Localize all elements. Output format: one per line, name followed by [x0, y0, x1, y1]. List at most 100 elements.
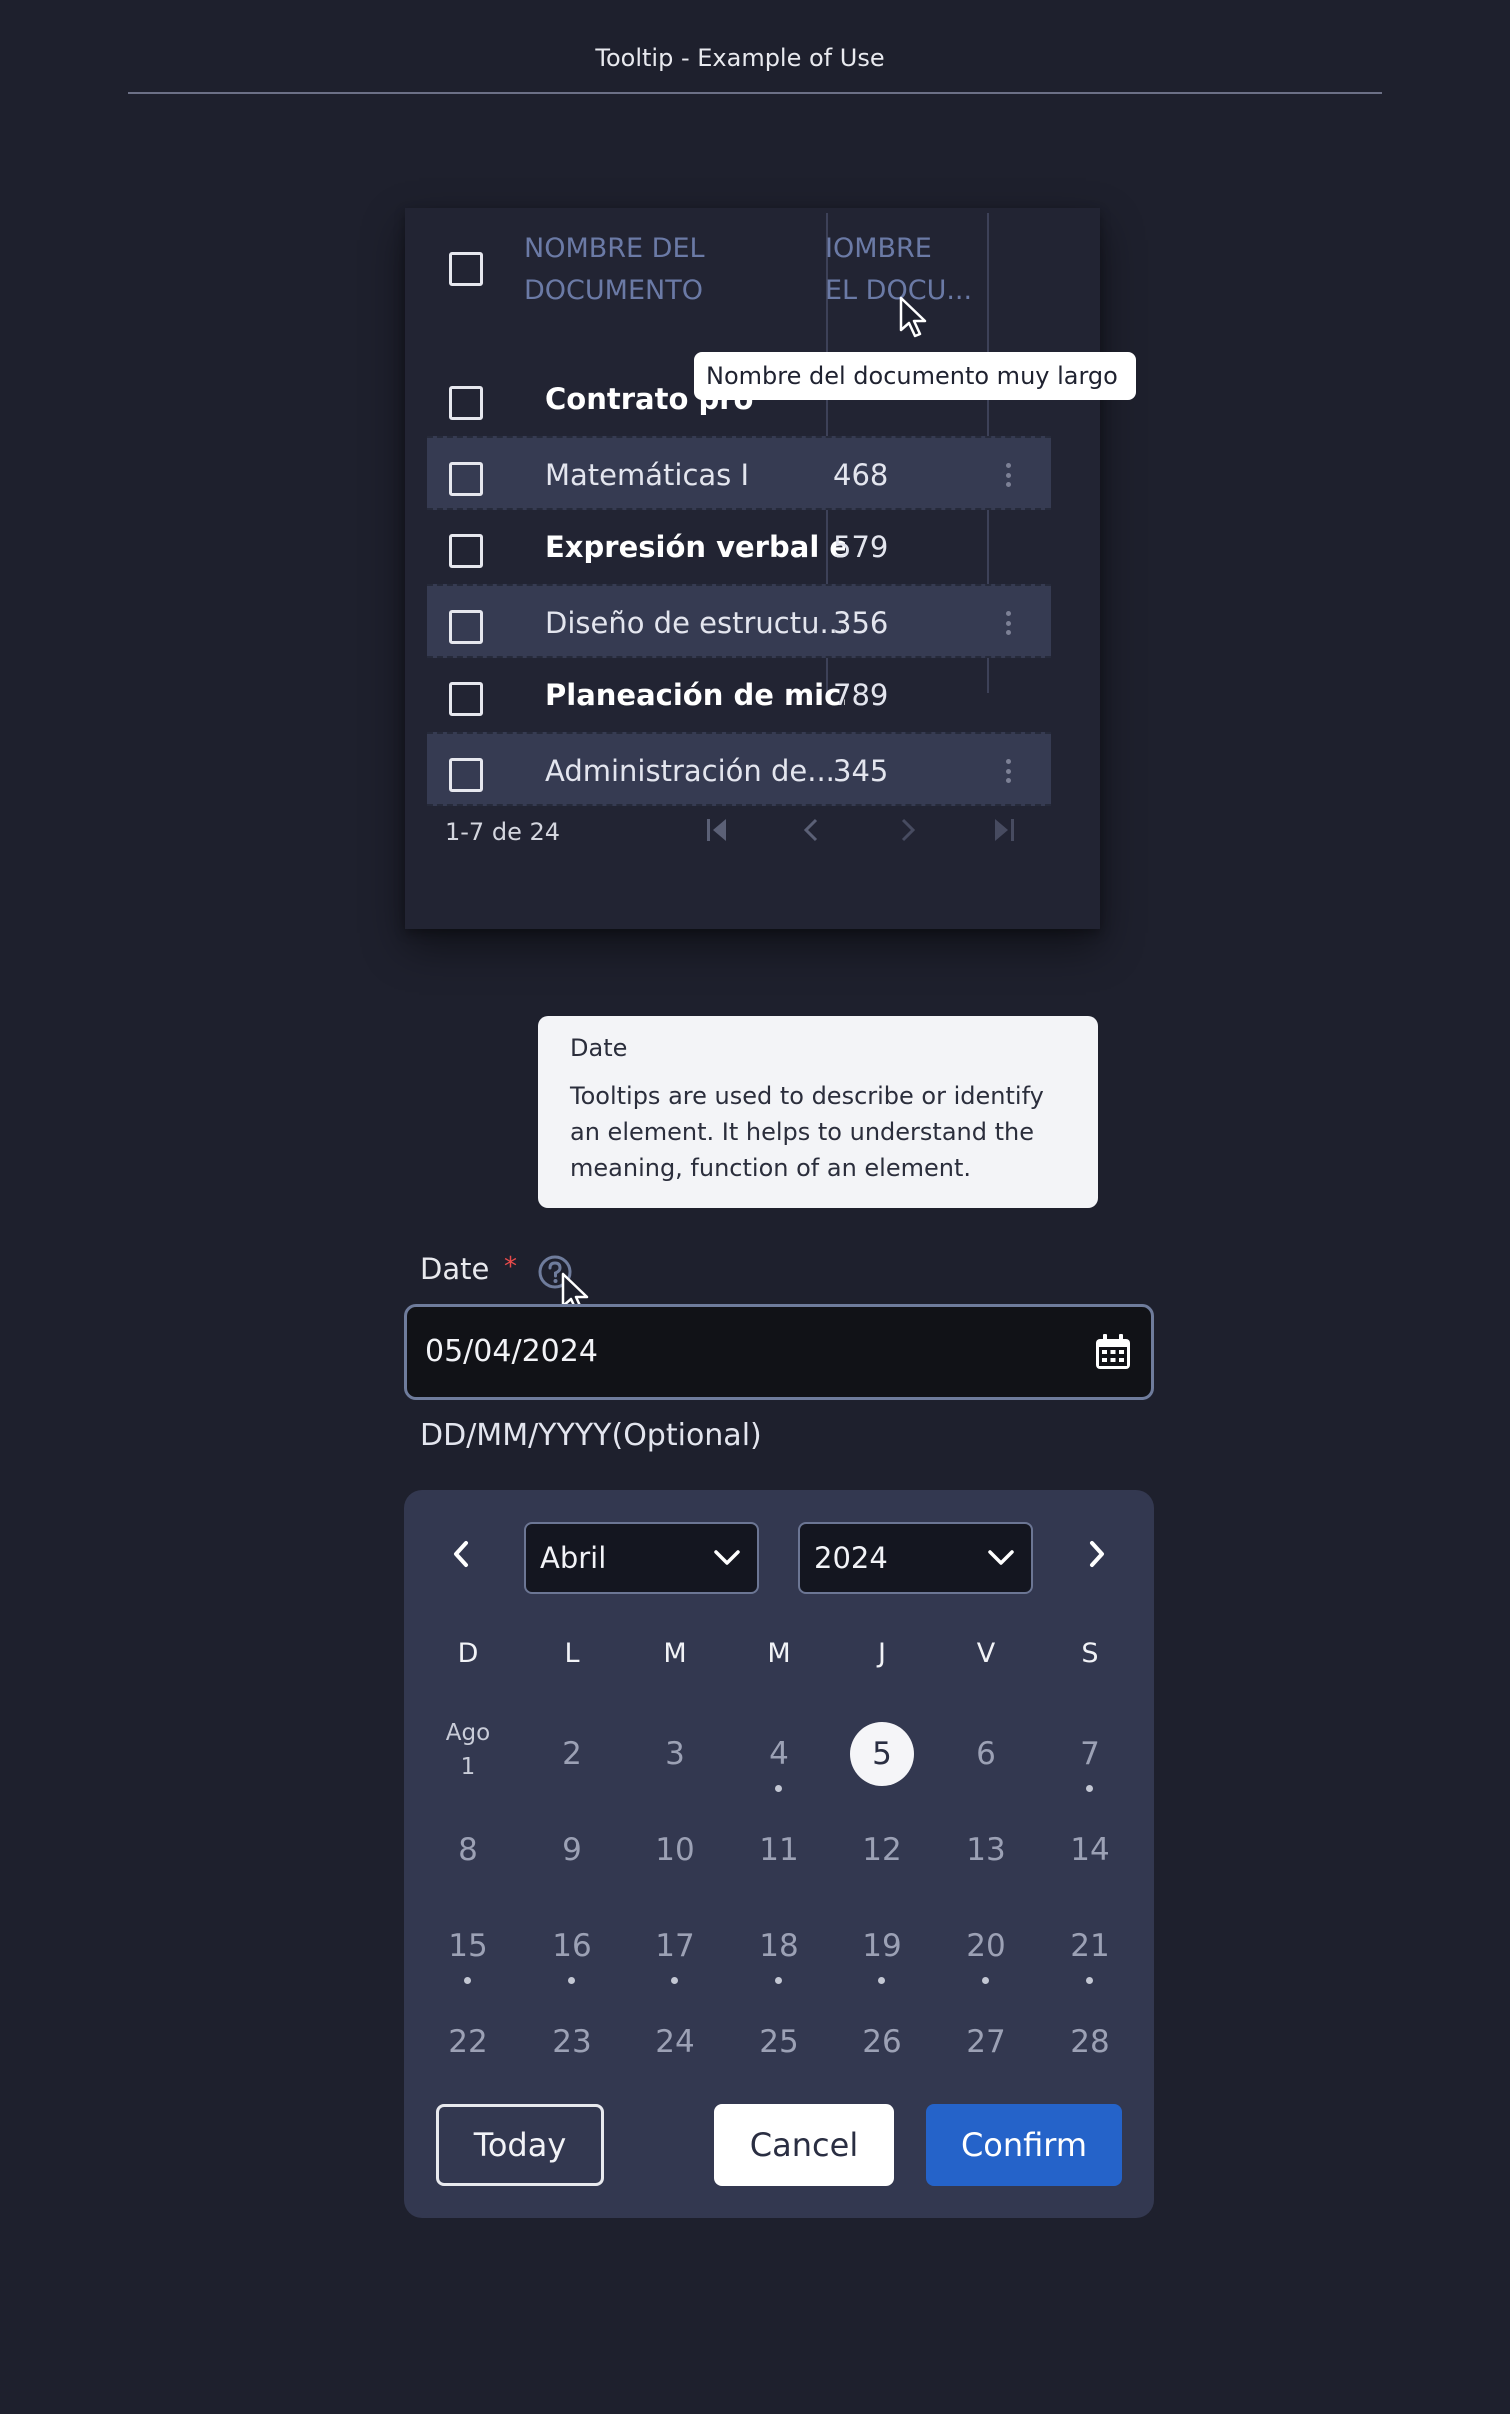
calendar-day[interactable]: 14: [1055, 1815, 1125, 1885]
row-checkbox[interactable]: [449, 610, 483, 644]
column-tooltip: Nombre del documento muy largo: [694, 352, 1136, 400]
date-help-tooltip: Date Tooltips are used to describe or id…: [538, 1016, 1098, 1208]
event-dot: [1086, 1785, 1093, 1792]
next-month-icon[interactable]: [1074, 1530, 1118, 1578]
calendar-day[interactable]: 8: [433, 1815, 503, 1885]
select-all-checkbox[interactable]: [449, 252, 483, 286]
document-name: Matemáticas I: [545, 458, 750, 492]
calendar-day[interactable]: 20: [951, 1911, 1021, 1981]
today-button[interactable]: Today: [436, 2104, 604, 2186]
document-value: 345: [833, 754, 889, 788]
row-checkbox[interactable]: [449, 386, 483, 420]
event-dot: [464, 1977, 471, 1984]
tooltip-title: Date: [570, 1034, 628, 1062]
table-row[interactable]: Administración de... 345: [427, 732, 1051, 806]
required-mark: *: [504, 1252, 517, 1282]
table-row[interactable]: Planeación de mic... 789: [427, 658, 1051, 732]
column-header-name[interactable]: NOMBRE DEL DOCUMENTO: [524, 228, 705, 312]
calendar-day[interactable]: 18: [744, 1911, 814, 1981]
next-page-icon[interactable]: [885, 806, 929, 854]
document-value: 579: [833, 530, 889, 564]
calendar-day[interactable]: 24: [640, 2007, 710, 2077]
event-dot: [1086, 1977, 1093, 1984]
document-name: Administración de...: [545, 754, 835, 788]
calendar-day[interactable]: 19: [847, 1911, 917, 1981]
chevron-down-icon: [987, 1548, 1015, 1568]
title-divider: [128, 92, 1382, 94]
calendar-day[interactable]: 6: [951, 1719, 1021, 1789]
chevron-down-icon: [713, 1548, 741, 1568]
weekday-label: M: [767, 1638, 791, 1669]
weekday-label: D: [457, 1638, 479, 1669]
calendar-day[interactable]: 22: [433, 2007, 503, 2077]
document-value: 356: [833, 606, 889, 640]
date-label: Date: [420, 1252, 490, 1286]
calendar-icon[interactable]: [1093, 1332, 1133, 1372]
calendar-day[interactable]: 17: [640, 1911, 710, 1981]
year-select-value: 2024: [814, 1541, 888, 1575]
month-select[interactable]: Abril: [524, 1522, 759, 1594]
cancel-button[interactable]: Cancel: [714, 2104, 894, 2186]
date-input[interactable]: 05/04/2024: [404, 1304, 1154, 1400]
calendar-day[interactable]: 16: [537, 1911, 607, 1981]
calendar-day[interactable]: 9: [537, 1815, 607, 1885]
weekday-label: V: [976, 1638, 996, 1669]
cursor-icon: [898, 296, 932, 344]
date-format-hint: DD/MM/YYYY(Optional): [420, 1418, 762, 1453]
confirm-button[interactable]: Confirm: [926, 2104, 1122, 2186]
calendar-day[interactable]: 2: [537, 1719, 607, 1789]
document-name: Diseño de estructu...: [545, 606, 845, 640]
table-row[interactable]: Matemáticas I 468: [427, 436, 1051, 510]
calendar-day[interactable]: 11: [744, 1815, 814, 1885]
table-row[interactable]: Expresión verbal e... 579: [427, 510, 1051, 584]
calendar-day[interactable]: 25: [744, 2007, 814, 2077]
event-dot: [671, 1977, 678, 1984]
event-dot: [775, 1785, 782, 1792]
row-menu-icon[interactable]: [1005, 759, 1011, 783]
table-row[interactable]: Diseño de estructu... 356: [427, 584, 1051, 658]
document-name: Planeación de mic...: [545, 678, 845, 712]
calendar-day[interactable]: 12: [847, 1815, 917, 1885]
row-checkbox[interactable]: [449, 758, 483, 792]
month-select-value: Abril: [540, 1541, 607, 1575]
calendar-day[interactable]: 13: [951, 1815, 1021, 1885]
row-menu-icon[interactable]: [1005, 463, 1011, 487]
row-checkbox[interactable]: [449, 462, 483, 496]
weekday-label: S: [1081, 1638, 1099, 1669]
document-table: NOMBRE DEL DOCUMENTO IOMBRE EL DOCU... C…: [405, 208, 1100, 929]
calendar-day[interactable]: 4: [744, 1719, 814, 1789]
date-input-value: 05/04/2024: [425, 1334, 598, 1369]
calendar-day[interactable]: 27: [951, 2007, 1021, 2077]
calendar-day[interactable]: 23: [537, 2007, 607, 2077]
weekday-label: J: [878, 1638, 886, 1669]
event-dot: [878, 1977, 885, 1984]
event-dot: [775, 1977, 782, 1984]
calendar-day-selected[interactable]: 5: [850, 1722, 914, 1786]
calendar-day[interactable]: 3: [640, 1719, 710, 1789]
calendar-day[interactable]: 15: [433, 1911, 503, 1981]
previous-page-icon[interactable]: [790, 806, 834, 854]
calendar-day[interactable]: 28: [1055, 2007, 1125, 2077]
page-title: Tooltip - Example of Use: [595, 44, 885, 72]
calendar-day[interactable]: 7: [1055, 1719, 1125, 1789]
row-checkbox[interactable]: [449, 682, 483, 716]
calendar-day[interactable]: 21: [1055, 1911, 1125, 1981]
document-value: 789: [833, 678, 889, 712]
tooltip-body: Tooltips are used to describe or identif…: [570, 1082, 1044, 1182]
weekday-label: L: [564, 1638, 580, 1669]
first-page-icon[interactable]: [695, 806, 739, 854]
row-checkbox[interactable]: [449, 534, 483, 568]
previous-month-icon[interactable]: [440, 1530, 484, 1578]
calendar-day-first[interactable]: Ago 1: [428, 1716, 508, 1784]
pagination-range: 1-7 de 24: [445, 818, 560, 846]
calendar-day[interactable]: 10: [640, 1815, 710, 1885]
event-dot: [982, 1977, 989, 1984]
document-name: Expresión verbal e...: [545, 530, 845, 564]
year-select[interactable]: 2024: [798, 1522, 1033, 1594]
last-page-icon[interactable]: [982, 806, 1026, 854]
calendar-day[interactable]: 26: [847, 2007, 917, 2077]
document-value: 468: [833, 458, 889, 492]
weekday-label: M: [663, 1638, 687, 1669]
event-dot: [568, 1977, 575, 1984]
row-menu-icon[interactable]: [1005, 611, 1011, 635]
